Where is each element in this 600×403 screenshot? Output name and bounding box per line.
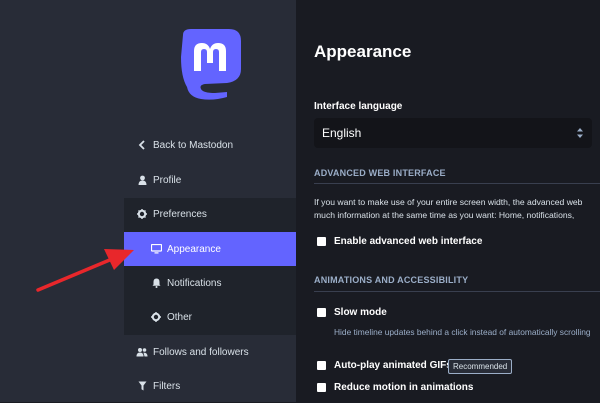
- page-title: Appearance: [314, 42, 412, 61]
- desktop-icon: [150, 243, 162, 255]
- select-arrows-icon: [576, 126, 584, 140]
- selected-language: English: [322, 126, 362, 140]
- sidebar-item-back[interactable]: Back to Mastodon: [124, 128, 296, 162]
- advanced-description-line: much information at the same time as you…: [314, 210, 575, 220]
- advanced-interface-label[interactable]: Enable advanced web interface: [334, 236, 482, 247]
- sidebar-item-label: Notifications: [167, 277, 222, 289]
- gear-icon: [136, 208, 148, 220]
- chevron-left-icon: [136, 139, 148, 151]
- autoplay-gifs-label[interactable]: Auto-play animated GIFs: [334, 360, 452, 371]
- bell-icon: [150, 277, 162, 289]
- sidebar-item-other[interactable]: Other: [124, 300, 296, 334]
- divider: [314, 291, 600, 292]
- filter-icon: [136, 380, 148, 392]
- sidebar-item-filters[interactable]: Filters: [124, 369, 296, 403]
- user-icon: [136, 174, 148, 186]
- reduce-motion-checkbox[interactable]: [317, 383, 326, 392]
- sidebar-item-label: Filters: [153, 380, 181, 392]
- autoplay-gifs-checkbox[interactable]: [317, 361, 326, 370]
- sidebar-item-follows[interactable]: Follows and followers: [124, 335, 296, 369]
- interface-language-select[interactable]: English: [314, 118, 592, 148]
- sidebar-item-appearance[interactable]: Appearance: [124, 232, 296, 266]
- divider: [314, 183, 600, 184]
- sidebar-item-label: Back to Mastodon: [153, 139, 234, 151]
- slow-mode-hint: Hide timeline updates behind a click ins…: [334, 327, 591, 337]
- settings-sidebar: Back to Mastodon Profile Preferences App…: [0, 0, 296, 402]
- mastodon-logo-icon[interactable]: [175, 27, 245, 101]
- main-content: Appearance Interface language English AD…: [296, 0, 600, 402]
- users-icon: [136, 346, 148, 358]
- sidebar-item-label: Profile: [153, 174, 182, 186]
- sidebar-item-preferences[interactable]: Preferences: [124, 197, 296, 231]
- sidebar-item-label: Appearance: [167, 243, 221, 255]
- advanced-description-line: If you want to make use of your entire s…: [314, 197, 583, 207]
- sidebar-item-label: Other: [167, 311, 193, 323]
- section-heading-advanced: ADVANCED WEB INTERFACE: [314, 168, 446, 178]
- section-heading-animations: ANIMATIONS AND ACCESSIBILITY: [314, 275, 469, 285]
- advanced-interface-checkbox[interactable]: [317, 237, 326, 246]
- reduce-motion-label[interactable]: Reduce motion in animations: [334, 382, 473, 393]
- sidebar-item-label: Follows and followers: [153, 346, 249, 358]
- sidebar-item-notifications[interactable]: Notifications: [124, 266, 296, 300]
- sidebar-item-label: Preferences: [153, 208, 207, 220]
- recommended-badge: Recommended: [448, 359, 513, 374]
- slow-mode-label[interactable]: Slow mode: [334, 307, 387, 318]
- slow-mode-checkbox[interactable]: [317, 308, 326, 317]
- sidebar-item-profile[interactable]: Profile: [124, 163, 296, 197]
- gear-icon: [150, 311, 162, 323]
- interface-language-label: Interface language: [314, 101, 403, 112]
